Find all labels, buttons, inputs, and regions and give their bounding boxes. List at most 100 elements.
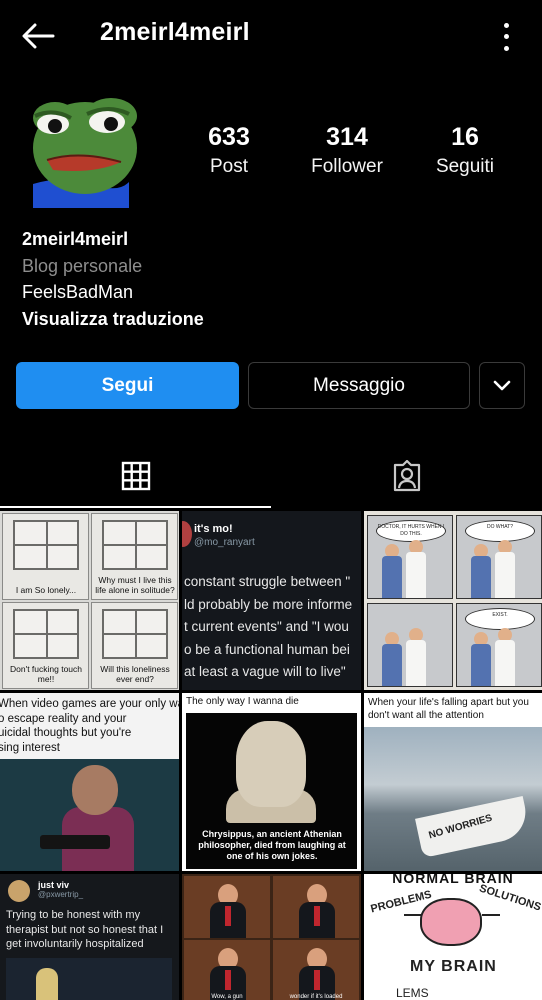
comic-panel-text: Don't fucking touch me!!: [9, 664, 83, 684]
arrow-drawing: [482, 914, 500, 916]
post-thumbnail-my-brain[interactable]: NORMAL BRAIN PROBLEMS SOLUTIONS MY BRAIN…: [364, 874, 542, 1000]
more-dot-icon: [503, 23, 509, 29]
sinking-boat-photo: NO WORRIES: [364, 727, 542, 871]
tweet-username: it's mo!: [194, 523, 233, 535]
statue-head: [236, 721, 306, 807]
more-dot-icon: [503, 45, 509, 51]
tab-posts-grid[interactable]: [0, 444, 271, 508]
window-drawing: [102, 520, 168, 570]
person-head: [72, 765, 118, 815]
pepe-frog-avatar-image: [33, 98, 137, 208]
caption-line: o escape reality and your: [0, 712, 127, 725]
post-thumbnail-no-worries-boat[interactable]: When your life's falling apart but you d…: [364, 693, 542, 871]
caption-line: sing interest: [0, 741, 61, 754]
post-thumbnail-lawyer-meme[interactable]: Wow, a gun wonder if it's loaded: [182, 874, 361, 1000]
tweet-image: [6, 958, 172, 1000]
profile-bio-text: FeelsBadMan: [22, 282, 134, 302]
meme-caption: When your life's falling apart but you d…: [368, 697, 529, 721]
translate-link[interactable]: Visualizza traduzione: [22, 306, 522, 333]
profile-display-name: 2meirl4meirl: [22, 229, 129, 249]
tweet-avatar: [182, 521, 192, 547]
tweet-line: t current events" and "I wou: [184, 619, 349, 634]
post-thumbnail-lonely-cat[interactable]: I am So lonely... Why must I live this l…: [0, 511, 179, 690]
tweet-line: at least a vague will to live": [184, 664, 346, 679]
stat-posts-count: 633: [208, 123, 250, 151]
profile-tabs: [0, 444, 542, 508]
comic-panel-text: Why must I live this life alone in solit…: [95, 575, 175, 595]
meme-image-text: Chrysippus, an ancient Athenian philosop…: [198, 829, 346, 861]
tweet-line: ld probably be more informe: [184, 596, 353, 612]
tweet-line: o be a functional human bei: [184, 641, 350, 657]
comic-heading: MY BRAIN: [410, 958, 497, 975]
profile-category: Blog personale: [22, 255, 143, 276]
stat-posts-label: Post: [209, 156, 249, 177]
stat-following-label: Seguiti: [435, 156, 495, 177]
stat-following[interactable]: 16 Seguiti: [406, 120, 524, 180]
post-thumbnail-tweet-viv[interactable]: just viv @pxwertrip_ Trying to be honest…: [0, 874, 179, 1000]
stat-following-count: 16: [451, 123, 479, 151]
tab-tagged[interactable]: [271, 444, 542, 508]
more-options-button[interactable]: [500, 20, 512, 54]
tweet-body: Trying to be honest with my therapist bu…: [6, 909, 164, 950]
chevron-down-icon: [493, 380, 511, 390]
tweet-body: constant struggle between " ld probably …: [184, 571, 361, 684]
stat-followers-label: Follower: [311, 156, 383, 177]
post-thumbnail-doctor-comic[interactable]: DOCTOR, IT HURTS WHEN I DO THIS. DO WHAT…: [364, 511, 542, 690]
profile-stats: 633 Post 314 Follower 16 Seguiti: [170, 120, 530, 180]
person-tie: [225, 970, 231, 990]
more-dot-icon: [503, 34, 509, 40]
posts-grid: I am So lonely... Why must I live this l…: [0, 511, 542, 1000]
top-bar: 2meirl4meirl: [0, 0, 542, 72]
post-thumbnail-tweet-mo[interactable]: it's mo! @mo_ranyart constant struggle b…: [182, 511, 361, 690]
comic-panel: EXIST.: [456, 603, 542, 687]
window-drawing: [13, 609, 79, 659]
caption-line: uicidal thoughts but you're: [0, 727, 132, 739]
meme-image: Chrysippus, an ancient Athenian philosop…: [186, 713, 357, 869]
meme-panel: wonder if it's loaded: [273, 940, 359, 1000]
tweet-username: just viv: [38, 880, 70, 890]
comic-panel: DOCTOR, IT HURTS WHEN I DO THIS.: [367, 515, 453, 599]
caption-line: When video games are your only way: [0, 698, 179, 710]
patient-figure: [471, 644, 491, 686]
suggested-accounts-button[interactable]: [479, 362, 525, 409]
comic-panel: Will this loneliness ever end?: [91, 602, 178, 689]
meme-caption: When video games are your only way o esc…: [0, 697, 179, 755]
brain-drawing: [420, 898, 482, 946]
meme-subtitle: Wow, a gun: [211, 994, 243, 1000]
back-arrow-icon: [22, 23, 55, 49]
doctor-figure: [495, 640, 515, 686]
comic-panel-text: Will this loneliness ever end?: [100, 664, 170, 684]
patient-figure: [382, 644, 402, 686]
person-figure: [36, 968, 58, 1000]
message-button[interactable]: Messaggio: [248, 362, 470, 409]
boat-name-text: NO WORRIES: [427, 812, 494, 842]
follow-button[interactable]: Segui: [16, 362, 239, 409]
grid-icon: [121, 461, 150, 491]
post-thumbnail-video-games[interactable]: When video games are your only way o esc…: [0, 693, 179, 871]
back-button[interactable]: [18, 18, 58, 54]
tweet-handle: @pxwertrip_: [38, 890, 84, 899]
profile-avatar[interactable]: [25, 88, 145, 208]
profile-bio: 2meirl4meirl Blog personale FeelsBadMan …: [22, 226, 522, 332]
person-tie: [225, 906, 231, 926]
doctor-figure: [495, 552, 515, 598]
comic-panel: DO WHAT?: [456, 515, 542, 599]
meme-caption: The only way I wanna die: [186, 696, 299, 707]
speech-bubble: DOCTOR, IT HURTS WHEN I DO THIS.: [376, 520, 446, 542]
comic-panel-text: I am So lonely...: [15, 585, 77, 595]
profile-username-title: 2meirl4meirl: [100, 18, 250, 46]
comic-panel: [367, 603, 453, 687]
post-thumbnail-chrysippus[interactable]: The only way I wanna die Chrysippus, an …: [182, 693, 361, 871]
stat-followers[interactable]: 314 Follower: [288, 120, 406, 180]
speech-bubble: DO WHAT?: [465, 520, 535, 542]
meme-panel: [273, 876, 359, 938]
tweet-line: constant struggle between ": [184, 574, 351, 589]
boat-hull: NO WORRIES: [415, 796, 531, 858]
stat-posts[interactable]: 633 Post: [170, 120, 288, 180]
patient-figure: [471, 556, 491, 598]
meme-panel: [184, 876, 270, 938]
doctor-figure: [406, 640, 426, 686]
person-tie: [314, 906, 320, 926]
doctor-figure: [406, 552, 426, 598]
stat-followers-count: 314: [326, 123, 368, 151]
